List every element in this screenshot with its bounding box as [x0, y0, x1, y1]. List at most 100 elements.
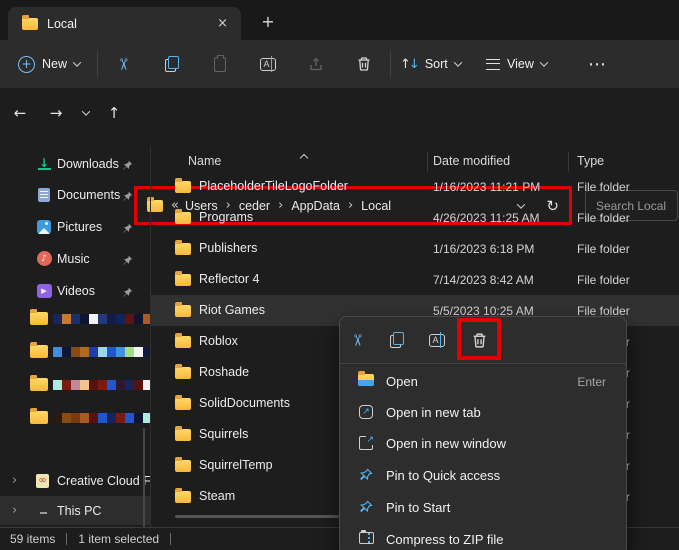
creative-cloud-icon	[36, 473, 49, 488]
file-name: Publishers	[199, 241, 258, 255]
table-row[interactable]: Reflector 4 7/14/2023 8:42 AM File folde…	[151, 264, 679, 295]
table-row[interactable]: Publishers 1/16/2023 6:18 PM File folder	[151, 233, 679, 264]
sidebar-item-redacted-folder[interactable]	[0, 401, 150, 434]
folder-icon	[175, 364, 191, 379]
file-name: Programs	[199, 210, 254, 224]
recent-locations-button[interactable]	[72, 98, 100, 128]
menu-item-open[interactable]: Open Enter	[344, 367, 622, 398]
folder-icon	[175, 209, 191, 224]
sidebar-item-label: Downloads	[57, 156, 119, 171]
close-tab-icon[interactable]: ×	[214, 16, 231, 31]
tab-local[interactable]: Local ×	[8, 7, 241, 40]
cut-button[interactable]	[108, 40, 140, 88]
up-button[interactable]	[100, 98, 128, 128]
delete-highlight-box	[457, 318, 501, 360]
new-button[interactable]: New	[14, 40, 84, 88]
file-type: File folder	[577, 180, 630, 194]
file-date-modified: 7/14/2023 8:42 AM	[433, 273, 534, 287]
sidebar-item-label: Creative Cloud F	[57, 473, 150, 488]
redacted-name-mosaic	[53, 379, 150, 390]
sidebar-item-label: Pictures	[57, 219, 103, 234]
column-header-name[interactable]: Name	[188, 154, 221, 168]
sidebar-item-documents[interactable]: Documents	[0, 179, 150, 210]
documents-icon	[38, 187, 50, 202]
table-row[interactable]: PlaceholderTileLogoFolder 1/16/2023 11:2…	[151, 171, 679, 202]
redacted-name-mosaic	[53, 346, 150, 357]
pin-icon	[122, 285, 133, 303]
menu-item-compress-zip[interactable]: Compress to ZIP file	[344, 525, 622, 550]
column-header-type[interactable]: Type	[577, 154, 604, 168]
column-divider[interactable]	[568, 152, 569, 172]
menu-item-open-new-tab[interactable]: Open in new tab	[344, 398, 622, 429]
delete-button[interactable]	[348, 40, 380, 88]
sidebar-item-redacted-folder[interactable]	[0, 368, 150, 401]
pictures-icon	[37, 219, 51, 234]
copy-button[interactable]	[156, 40, 188, 88]
chevron-right-icon[interactable]	[12, 503, 17, 518]
chevron-down-icon	[539, 58, 549, 67]
sidebar-item-downloads[interactable]: Downloads	[0, 148, 150, 179]
file-name: Steam	[199, 489, 236, 503]
pin-icon	[122, 221, 133, 239]
rename-button[interactable]	[252, 40, 284, 88]
rename-icon	[260, 55, 276, 72]
file-name: SolidDocuments	[199, 396, 291, 410]
column-header-date-modified[interactable]: Date modified	[433, 154, 510, 168]
rename-icon	[429, 331, 445, 348]
sort-icon: ↑ ↓	[400, 56, 420, 72]
zip-icon	[358, 530, 374, 544]
music-icon	[36, 251, 52, 266]
paste-icon	[214, 54, 226, 72]
sidebar-item-pictures[interactable]: Pictures	[0, 211, 150, 242]
new-button-label: New	[42, 57, 68, 71]
sidebar: Downloads Documents Pictures Music Video…	[0, 146, 150, 527]
selection-count: 1 item selected	[78, 532, 160, 546]
paste-button[interactable]	[204, 40, 236, 88]
file-date-modified: 1/16/2023 6:18 PM	[433, 242, 535, 256]
sort-label: Sort	[424, 57, 448, 71]
share-icon	[310, 57, 322, 71]
back-button[interactable]	[6, 98, 34, 128]
see-more-button[interactable]	[580, 40, 614, 88]
sidebar-scrollbar[interactable]	[143, 428, 145, 527]
menu-item-pin-to-start[interactable]: Pin to Start	[344, 493, 622, 524]
sidebar-item-music[interactable]: Music	[0, 243, 150, 274]
pin-icon	[356, 468, 376, 482]
chevron-right-icon[interactable]	[12, 473, 17, 488]
menu-item-label: Compress to ZIP file	[386, 532, 504, 547]
sidebar-item-creative-cloud[interactable]: Creative Cloud F	[0, 466, 150, 495]
redacted-name-mosaic	[53, 412, 150, 423]
cut-button[interactable]	[341, 323, 375, 357]
folder-icon	[30, 309, 48, 325]
pin-icon	[356, 500, 376, 514]
view-label: View	[507, 57, 534, 71]
chevron-down-icon	[81, 107, 91, 116]
context-menu: Open Enter Open in new tab Open in new w…	[339, 316, 627, 550]
sort-button[interactable]: ↑ ↓ Sort	[400, 40, 462, 88]
menu-item-open-new-window[interactable]: Open in new window	[344, 429, 622, 460]
rename-button[interactable]	[420, 323, 454, 357]
sidebar-item-label: Videos	[57, 283, 95, 298]
column-divider[interactable]	[427, 152, 428, 172]
sidebar-item-this-pc[interactable]: This PC	[0, 496, 150, 525]
menu-item-pin-quick-access[interactable]: Pin to Quick access	[344, 461, 622, 492]
folder-icon	[30, 408, 48, 424]
folder-icon	[175, 302, 191, 317]
new-tab-button[interactable]: +	[255, 9, 281, 33]
pin-icon	[122, 189, 133, 207]
copy-button[interactable]	[380, 323, 414, 357]
view-button[interactable]: View	[486, 40, 549, 88]
sidebar-item-redacted-folder[interactable]	[0, 302, 150, 335]
folder-icon	[22, 14, 38, 30]
redacted-name-mosaic	[53, 313, 150, 324]
tab-label: Local	[47, 16, 77, 31]
command-toolbar: New ↑↓ Sort View	[0, 40, 679, 88]
share-button[interactable]	[300, 40, 332, 88]
folder-icon	[175, 271, 191, 286]
sidebar-item-redacted-folder[interactable]	[0, 335, 150, 368]
table-row[interactable]: Programs 4/26/2023 11:25 AM File folder	[151, 202, 679, 233]
open-new-window-icon	[359, 436, 373, 450]
file-type: File folder	[577, 211, 630, 225]
forward-button[interactable]	[42, 98, 70, 128]
status-divider	[170, 533, 172, 545]
